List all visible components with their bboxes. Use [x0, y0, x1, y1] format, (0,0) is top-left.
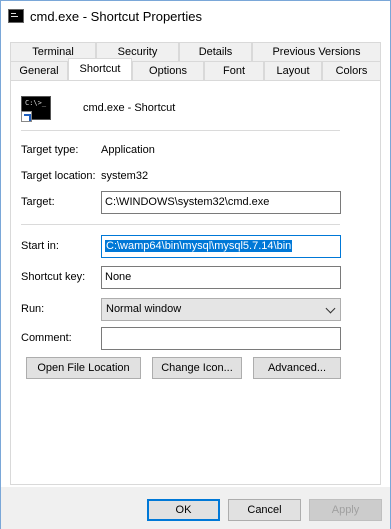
- run-label: Run:: [21, 303, 45, 315]
- ok-button[interactable]: OK: [147, 499, 220, 521]
- cmd-icon: [8, 9, 24, 23]
- comment-input[interactable]: [101, 327, 341, 350]
- shortcut-key-label: Shortcut key:: [21, 271, 86, 283]
- tab-layout[interactable]: Layout: [264, 61, 322, 80]
- target-location-label: Target location:: [21, 170, 96, 182]
- tab-details[interactable]: Details: [179, 42, 252, 61]
- tab-shortcut[interactable]: Shortcut: [68, 58, 132, 80]
- target-type-label: Target type:: [21, 144, 79, 156]
- target-type-value: Application: [101, 144, 155, 156]
- run-select-value: Normal window: [106, 303, 182, 315]
- target-location-value: system32: [101, 170, 149, 182]
- start-in-selected-text: C:\wamp64\bin\mysql\mysql5.7.14\bin: [105, 240, 293, 252]
- start-in-input[interactable]: C:\wamp64\bin\mysql\mysql5.7.14\bin: [101, 235, 341, 258]
- title-bar[interactable]: cmd.exe - Shortcut Properties: [1, 1, 390, 32]
- open-file-location-button[interactable]: Open File Location: [26, 357, 141, 379]
- shortcut-arrow-icon: [21, 111, 32, 122]
- shortcut-key-input[interactable]: None: [101, 266, 341, 289]
- tab-general[interactable]: General: [10, 61, 68, 80]
- apply-button[interactable]: Apply: [309, 499, 382, 521]
- tab-options[interactable]: Options: [132, 61, 204, 80]
- change-icon-button[interactable]: Change Icon...: [152, 357, 242, 379]
- start-in-label: Start in:: [21, 240, 59, 252]
- window-title: cmd.exe - Shortcut Properties: [30, 9, 202, 24]
- comment-label: Comment:: [21, 332, 72, 344]
- cancel-button[interactable]: Cancel: [228, 499, 301, 521]
- separator: [21, 130, 340, 131]
- tab-colors[interactable]: Colors: [322, 61, 381, 80]
- separator: [21, 224, 340, 225]
- tab-previous-versions[interactable]: Previous Versions: [252, 42, 381, 61]
- chevron-down-icon: [325, 303, 336, 314]
- run-select[interactable]: Normal window: [101, 298, 341, 321]
- advanced-button[interactable]: Advanced...: [253, 357, 341, 379]
- target-input[interactable]: C:\WINDOWS\system32\cmd.exe: [101, 191, 341, 214]
- properties-window: cmd.exe - Shortcut Properties Terminal S…: [0, 0, 391, 529]
- tab-font[interactable]: Font: [204, 61, 264, 80]
- shortcut-name: cmd.exe - Shortcut: [83, 102, 176, 114]
- target-label: Target:: [21, 196, 55, 208]
